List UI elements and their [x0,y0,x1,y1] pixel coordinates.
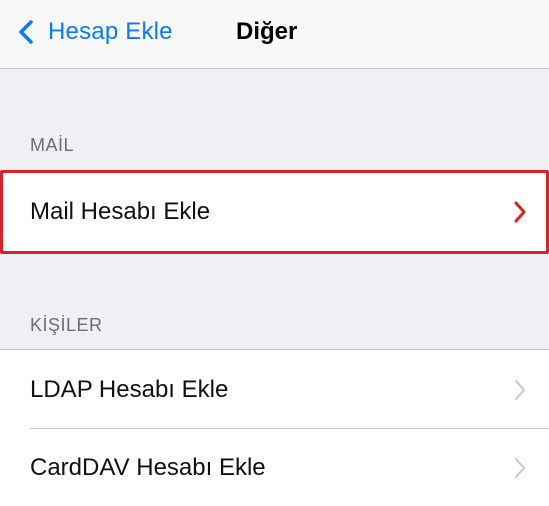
page-title: Diğer [236,18,298,45]
back-button-label: Hesap Ekle [48,18,173,45]
add-carddav-account-label: CardDAV Hesabı Ekle [30,453,266,481]
section-header-contacts: KİŞİLER [30,315,103,335]
add-ldap-account-label: LDAP Hesabı Ekle [30,375,229,403]
add-mail-account-label: Mail Hesabı Ekle [30,198,211,225]
add-ldap-account-row[interactable]: LDAP Hesabı Ekle [0,349,549,429]
back-button[interactable]: Hesap Ekle [14,12,173,52]
navigation-bar: Hesap Ekle Diğer [0,0,549,69]
chevron-right-icon [515,379,525,400]
chevron-right-icon [515,457,525,478]
add-carddav-account-row[interactable]: CardDAV Hesabı Ekle [0,429,549,506]
chevron-right-icon [514,201,526,223]
add-mail-account-row[interactable]: Mail Hesabı Ekle [0,170,549,254]
section-header-mail: MAİL [30,135,75,155]
chevron-left-icon [19,20,33,44]
